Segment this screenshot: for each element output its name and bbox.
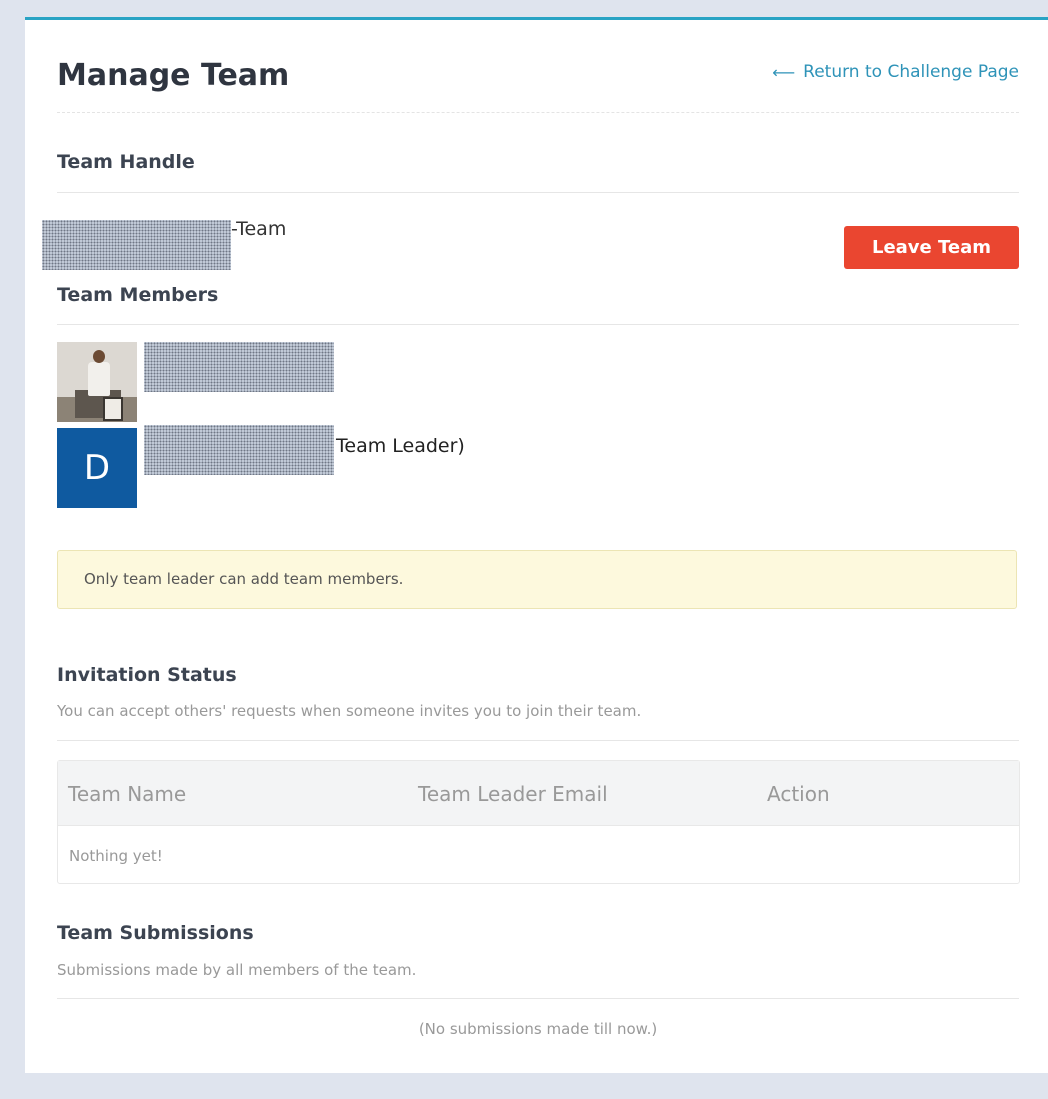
redacted-team-name (42, 220, 231, 270)
leave-team-button[interactable]: Leave Team (844, 226, 1019, 269)
invitation-status-heading: Invitation Status (57, 664, 237, 686)
team-handle-suffix: -Team (231, 218, 287, 240)
member-photo-avatar (57, 342, 137, 422)
column-team-name: Team Name (68, 782, 187, 806)
manage-team-card: Manage Team ⟵ Return to Challenge Page T… (25, 17, 1048, 1073)
invitation-table: Team Name Team Leader Email Action Nothi… (57, 760, 1020, 884)
page-title: Manage Team (57, 58, 290, 93)
alert-text: Only team leader can add team members. (84, 570, 404, 588)
redacted-member-name (144, 342, 334, 392)
member-initial-avatar: D (57, 428, 137, 508)
invitation-empty-row: Nothing yet! (69, 847, 163, 865)
team-handle-row: -Team Leave Team (42, 218, 1019, 270)
submissions-divider (57, 998, 1019, 999)
column-team-leader-email: Team Leader Email (418, 782, 608, 806)
invitation-status-subtext: You can accept others' requests when som… (57, 702, 642, 720)
team-handle-heading: Team Handle (57, 151, 195, 173)
team-submissions-heading: Team Submissions (57, 922, 254, 944)
return-link-label: Return to Challenge Page (803, 62, 1019, 82)
team-members-divider (57, 324, 1019, 325)
redacted-leader-name (144, 425, 334, 475)
header-divider (57, 112, 1019, 113)
invitation-table-header: Team Name Team Leader Email Action (58, 761, 1019, 826)
team-members-heading: Team Members (57, 284, 219, 306)
leader-only-alert: Only team leader can add team members. (57, 550, 1017, 609)
invitation-divider (57, 740, 1019, 741)
avatar-initial: D (83, 448, 111, 488)
no-submissions-note: (No submissions made till now.) (418, 1020, 658, 1038)
team-handle-divider (57, 192, 1019, 193)
return-to-challenge-link[interactable]: ⟵ Return to Challenge Page (772, 62, 1019, 82)
team-submissions-subtext: Submissions made by all members of the t… (57, 961, 417, 979)
team-leader-note: Team Leader) (336, 435, 465, 457)
column-action: Action (767, 782, 830, 806)
left-arrow-icon: ⟵ (772, 62, 796, 82)
